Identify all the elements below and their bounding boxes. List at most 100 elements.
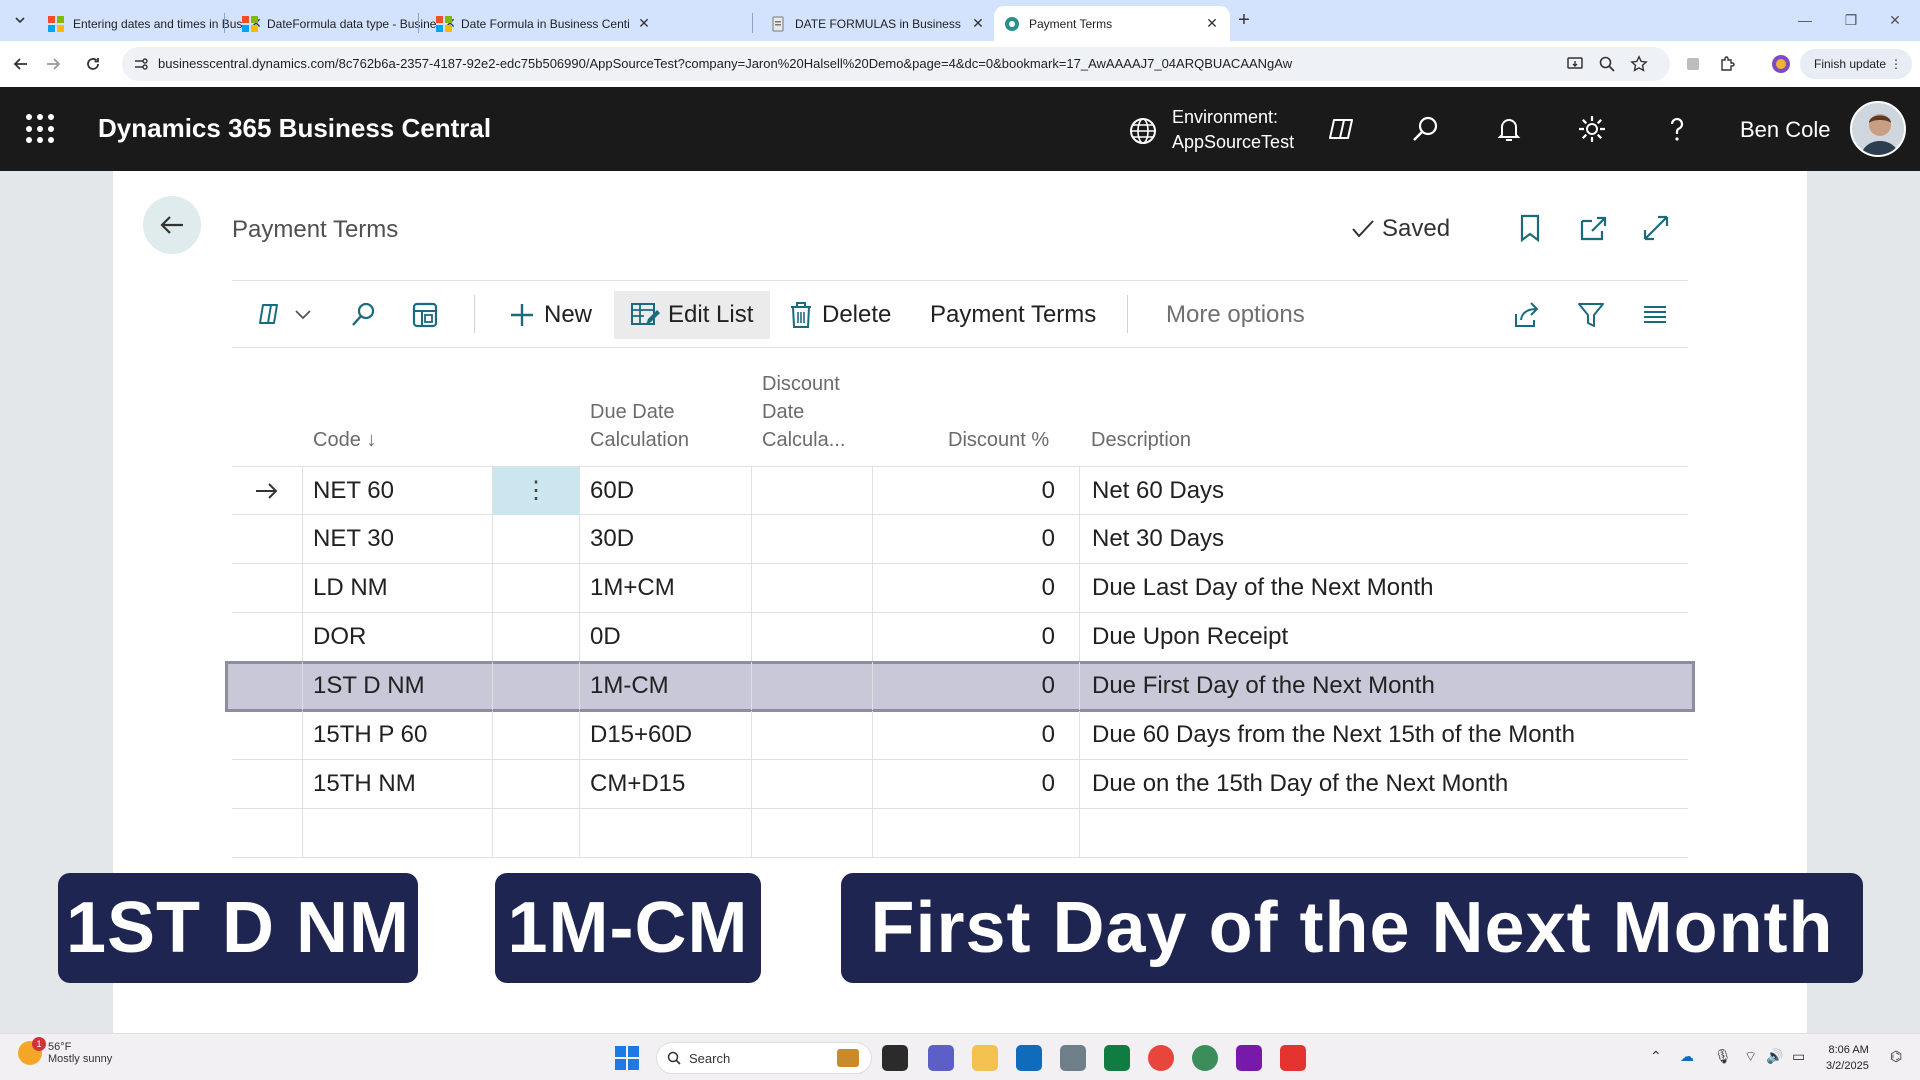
row-selector[interactable] <box>232 662 303 710</box>
system-clock[interactable]: 8:06 AM 3/2/2025 <box>1826 1042 1869 1074</box>
table-row[interactable]: 15TH NM CM+D15 0 Due on the 15th Day of … <box>232 760 1688 809</box>
outlook-icon[interactable] <box>1016 1045 1042 1071</box>
forward-nav-icon[interactable] <box>40 51 66 77</box>
settings-gear-icon[interactable] <box>1575 112 1609 146</box>
new-tab-icon[interactable]: + <box>1232 8 1256 32</box>
copilot-actions-button[interactable] <box>248 291 320 339</box>
cell-description[interactable]: Due First Day of the Next Month <box>1080 662 1688 710</box>
edit-list-button[interactable]: Edit List <box>614 291 770 339</box>
cell-discount-pct[interactable] <box>873 809 1080 857</box>
row-selector[interactable] <box>232 564 303 612</box>
row-selector[interactable] <box>232 613 303 661</box>
bookmark-icon[interactable] <box>1514 212 1546 244</box>
row-actions-cell[interactable] <box>493 564 580 612</box>
microphone-icon[interactable]: 🎙 <box>1714 1048 1732 1065</box>
column-header-due-date[interactable]: Due Date Calculation <box>590 398 689 454</box>
new-button[interactable]: New <box>500 291 600 339</box>
cell-code[interactable] <box>303 809 493 857</box>
browser-tab[interactable]: DATE FORMULAS in Business C ✕ <box>760 6 996 41</box>
row-selector[interactable] <box>232 515 303 563</box>
row-selector[interactable] <box>232 809 303 857</box>
cell-description[interactable]: Due Upon Receipt <box>1080 613 1688 661</box>
cell-discount-date-calc[interactable] <box>752 662 873 710</box>
table-row-empty[interactable] <box>232 809 1688 858</box>
cell-due-date-calc[interactable]: 1M-CM <box>580 662 752 710</box>
profile-icon[interactable] <box>1768 51 1794 77</box>
row-actions-cell[interactable] <box>493 662 580 710</box>
cell-code[interactable]: 15TH P 60 <box>303 711 493 759</box>
table-row[interactable]: NET 30 30D 0 Net 30 Days <box>232 515 1688 564</box>
row-actions-cell[interactable] <box>493 711 580 759</box>
share-button[interactable] <box>1504 291 1550 339</box>
app-title[interactable]: Dynamics 365 Business Central <box>98 113 491 144</box>
cell-discount-pct[interactable]: 0 <box>873 467 1080 515</box>
cell-code[interactable]: 15TH NM <box>303 760 493 808</box>
column-header-code[interactable]: Code ↓ <box>313 426 376 454</box>
cell-due-date-calc[interactable]: 1M+CM <box>580 564 752 612</box>
cell-discount-date-calc[interactable] <box>752 467 873 515</box>
browser-tab[interactable]: Date Formula in Business Centi ✕ <box>426 6 662 41</box>
cell-discount-date-calc[interactable] <box>752 515 873 563</box>
teams-icon[interactable] <box>928 1045 954 1071</box>
cell-due-date-calc[interactable] <box>580 809 752 857</box>
notifications-bell-icon[interactable] <box>1492 112 1526 146</box>
install-app-icon[interactable] <box>1566 55 1584 73</box>
address-bar[interactable]: businesscentral.dynamics.com/8c762b6a-23… <box>122 47 1670 81</box>
search-list-button[interactable] <box>340 291 386 339</box>
close-tab-icon[interactable]: ✕ <box>970 15 986 32</box>
cell-due-date-calc[interactable]: D15+60D <box>580 711 752 759</box>
kebab-menu-icon[interactable]: ⋮ <box>1890 49 1902 79</box>
cell-description[interactable]: Due 60 Days from the Next 15th of the Mo… <box>1080 711 1688 759</box>
table-row[interactable]: NET 60 ⋮ 60D 0 Net 60 Days <box>232 466 1688 515</box>
table-row-selected[interactable]: 1ST D NM 1M-CM 0 Due First Day of the Ne… <box>225 661 1695 712</box>
cell-discount-date-calc[interactable] <box>752 809 873 857</box>
close-window-icon[interactable]: ✕ <box>1880 8 1910 32</box>
table-row[interactable]: LD NM 1M+CM 0 Due Last Day of the Next M… <box>232 564 1688 613</box>
environment-indicator[interactable]: Environment: AppSourceTest <box>1172 105 1294 155</box>
minimize-icon[interactable]: — <box>1790 8 1820 32</box>
delete-button[interactable]: Delete <box>780 291 899 339</box>
column-header-discount-pct[interactable]: Discount % <box>948 426 1049 454</box>
site-info-icon[interactable] <box>132 55 150 73</box>
close-tab-icon[interactable]: ✕ <box>1204 15 1220 32</box>
snagit-icon[interactable] <box>1280 1045 1306 1071</box>
cell-code[interactable]: LD NM <box>303 564 493 612</box>
payment-terms-menu[interactable]: Payment Terms <box>922 291 1104 339</box>
cell-code[interactable]: NET 30 <box>303 515 493 563</box>
cell-discount-pct[interactable]: 0 <box>873 564 1080 612</box>
cell-discount-date-calc[interactable] <box>752 760 873 808</box>
expand-icon[interactable] <box>1640 212 1672 244</box>
wifi-icon[interactable]: ⌔ <box>1744 1048 1757 1066</box>
chrome-icon[interactable] <box>1148 1045 1174 1071</box>
browser-tab-active[interactable]: Payment Terms ✕ <box>994 6 1230 41</box>
weather-widget[interactable]: 1 56°F Mostly sunny <box>18 1037 112 1065</box>
cell-discount-pct[interactable]: 0 <box>873 662 1080 710</box>
onedrive-icon[interactable]: ☁ <box>1680 1048 1694 1065</box>
search-icon[interactable] <box>1408 112 1442 146</box>
back-button[interactable] <box>143 196 201 254</box>
column-header-discount-date[interactable]: Discount Date Calcula... <box>762 370 845 454</box>
bookmark-star-icon[interactable] <box>1630 55 1648 73</box>
back-nav-icon[interactable] <box>8 51 34 77</box>
cell-discount-date-calc[interactable] <box>752 613 873 661</box>
excel-icon[interactable] <box>1104 1045 1130 1071</box>
file-explorer-icon[interactable] <box>972 1045 998 1071</box>
extensions-puzzle-icon[interactable] <box>1714 51 1740 77</box>
chrome-profile-icon[interactable] <box>1192 1045 1218 1071</box>
show-hidden-icons-icon[interactable]: ⌃ <box>1650 1048 1662 1065</box>
table-row[interactable]: 15TH P 60 D15+60D 0 Due 60 Days from the… <box>232 711 1688 760</box>
app-launcher-icon[interactable] <box>26 114 56 144</box>
cell-description[interactable]: Net 30 Days <box>1080 515 1688 563</box>
restore-icon[interactable]: ❐ <box>1836 8 1866 32</box>
list-view-button[interactable] <box>1632 291 1678 339</box>
taskbar-search[interactable]: Search <box>656 1042 872 1074</box>
filter-button[interactable] <box>1568 291 1614 339</box>
onenote-icon[interactable] <box>1236 1045 1262 1071</box>
finish-update-button[interactable]: Finish update ⋮ <box>1800 49 1913 79</box>
volume-icon[interactable]: 🔊 <box>1766 1048 1783 1065</box>
cell-description[interactable]: Net 60 Days <box>1080 467 1688 515</box>
cell-discount-pct[interactable]: 0 <box>873 613 1080 661</box>
user-avatar[interactable] <box>1850 101 1906 157</box>
cell-code[interactable]: NET 60 <box>303 467 493 515</box>
cell-description[interactable]: Due Last Day of the Next Month <box>1080 564 1688 612</box>
